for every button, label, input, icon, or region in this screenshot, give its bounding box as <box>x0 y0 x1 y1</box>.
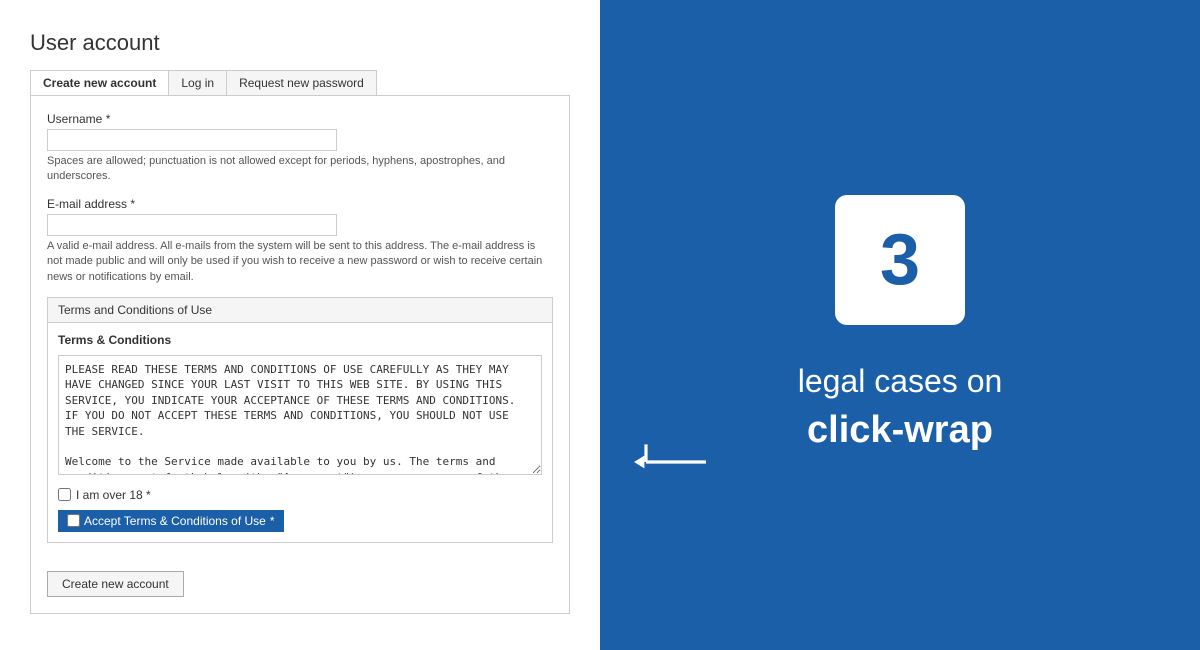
left-panel: User account Create new account Log in R… <box>0 0 600 650</box>
accept-terms-button[interactable]: Accept Terms & Conditions of Use * <box>58 510 284 532</box>
email-field-group: E-mail address * A valid e-mail address.… <box>47 197 553 285</box>
username-input[interactable] <box>47 129 337 151</box>
age-checkbox-label: I am over 18 * <box>76 488 151 502</box>
username-field-group: Username * Spaces are allowed; punctuati… <box>47 112 553 185</box>
terms-title-bar: Terms and Conditions of Use <box>48 298 552 323</box>
age-checkbox-row: I am over 18 * <box>58 488 542 502</box>
tab-login[interactable]: Log in <box>169 71 227 95</box>
email-input[interactable] <box>47 214 337 236</box>
right-panel: 3 legal cases on click-wrap <box>600 0 1200 650</box>
tab-create-account[interactable]: Create new account <box>31 71 169 95</box>
accept-checkbox-row: Accept Terms & Conditions of Use * <box>58 510 542 532</box>
terms-inner: Terms & Conditions I am over 18 * Accept… <box>48 323 552 542</box>
number-card-value: 3 <box>880 224 920 296</box>
terms-heading: Terms & Conditions <box>58 333 542 347</box>
terms-box: Terms and Conditions of Use Terms & Cond… <box>47 297 553 543</box>
terms-textarea[interactable] <box>58 355 542 475</box>
page-title: User account <box>30 30 570 56</box>
tab-bar: Create new account Log in Request new pa… <box>30 70 377 95</box>
tab-request-password[interactable]: Request new password <box>227 71 376 95</box>
tagline: legal cases on click-wrap <box>798 361 1003 456</box>
form-container: Username * Spaces are allowed; punctuati… <box>30 95 570 614</box>
accept-terms-checkbox[interactable] <box>67 514 80 527</box>
number-card: 3 <box>835 195 965 325</box>
email-hint: A valid e-mail address. All e-mails from… <box>47 239 553 285</box>
username-label: Username * <box>47 112 553 126</box>
username-required-marker: * <box>106 112 111 126</box>
arrow-icon <box>630 437 710 487</box>
arrow-decoration <box>630 437 710 490</box>
create-account-button[interactable]: Create new account <box>47 571 184 597</box>
tagline-line1: legal cases on <box>798 361 1003 403</box>
email-required-marker: * <box>130 197 135 211</box>
email-label: E-mail address * <box>47 197 553 211</box>
tagline-line2: click-wrap <box>798 406 1003 455</box>
username-hint: Spaces are allowed; punctuation is not a… <box>47 154 553 185</box>
age-checkbox[interactable] <box>58 488 71 501</box>
